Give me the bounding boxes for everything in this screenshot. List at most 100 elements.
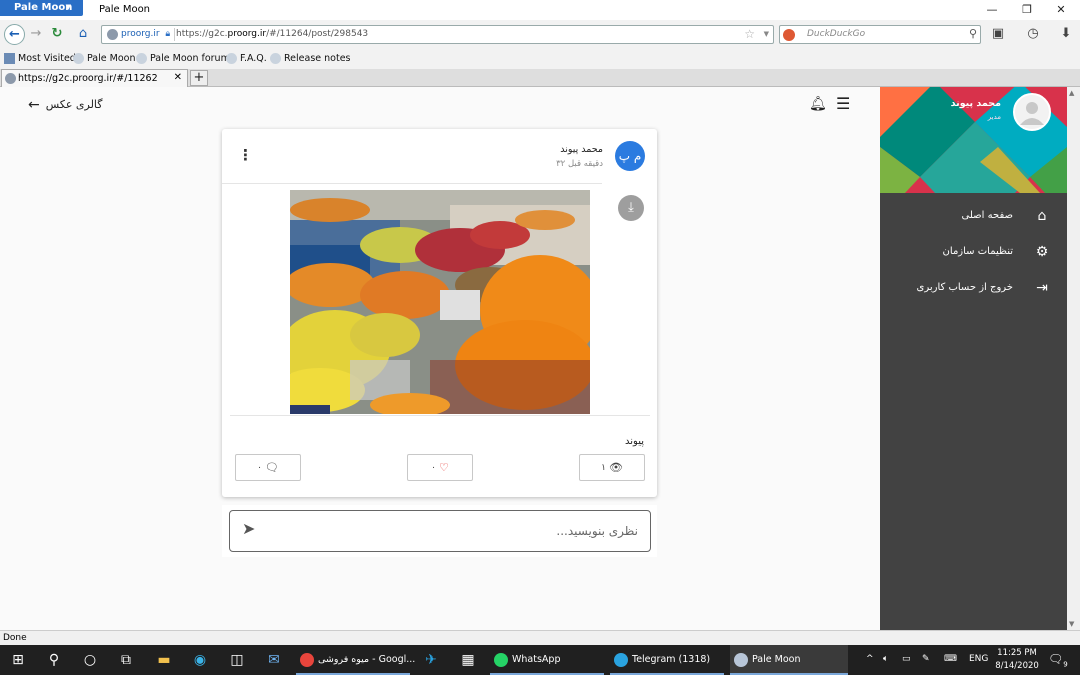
app-menu-button[interactable]: Pale Moon ▼	[0, 0, 83, 16]
windows-taskbar: ⊞ ⚲ ○ ⧉ ▬ ◉ ◫ ✉ میوه فروشی - Googl... ✈ …	[0, 645, 1080, 675]
clock-date: 8/14/2020	[995, 661, 1039, 671]
divider	[230, 415, 650, 416]
settings-icon: ⚙	[1035, 244, 1049, 260]
store-icon[interactable]: ◫	[227, 650, 247, 670]
sidebar-item-logout[interactable]: خروج از حساب کاربری ⇥	[917, 277, 1055, 299]
sidebar-item-home[interactable]: صفحه اصلی ⌂	[962, 205, 1055, 227]
reload-icon: ↻	[51, 26, 63, 41]
back-button[interactable]: ←	[4, 24, 25, 45]
comment-input[interactable]	[229, 510, 651, 552]
taskbar-app-label: Pale Moon	[752, 654, 801, 665]
history-button[interactable]: ◷	[1024, 25, 1042, 43]
bookmark-label: Release notes	[284, 53, 351, 64]
file-explorer-icon[interactable]: ▬	[154, 650, 174, 670]
comments-button[interactable]: ۰ 🗨︎	[235, 454, 301, 481]
volume-icon[interactable]: 🔈︎	[883, 654, 888, 664]
palemoon-icon	[734, 653, 748, 667]
arrow-left-icon: ←	[28, 97, 40, 113]
window-title: Pale Moon	[99, 4, 151, 15]
taskbar-app-telegram[interactable]: Telegram (1318)	[610, 645, 724, 675]
download-image-button[interactable]: ⤓	[618, 195, 644, 221]
sidebar-user-name: محمد پیوند	[950, 98, 1001, 109]
clock-icon: ◷	[1027, 26, 1039, 41]
close-tab-icon[interactable]: ✕	[174, 72, 182, 83]
network-icon[interactable]: ▭	[902, 654, 911, 664]
keyboard-icon[interactable]: ⌨	[944, 654, 957, 664]
scroll-up-icon[interactable]: ▲	[1069, 89, 1074, 97]
logout-icon: ⇥	[1036, 280, 1048, 296]
downloads-button[interactable]: ⬇	[1057, 25, 1075, 43]
sidebar-user-role: مدیر	[987, 113, 1001, 121]
tray-chevron-up-icon[interactable]: ^	[866, 654, 874, 664]
search-placeholder: DuckDuckGo	[807, 29, 866, 39]
bookmark-label: Pale Moon	[87, 53, 136, 64]
like-button[interactable]: ۰ ♡	[407, 454, 473, 481]
bookmark-pale-moon[interactable]: Pale Moon	[73, 53, 135, 64]
taskbar-app-whatsapp[interactable]: WhatsApp	[490, 645, 604, 675]
taskbar-clock[interactable]: 11:25 PM 8/14/2020	[994, 647, 1040, 673]
restore-button[interactable]: ❐	[1018, 3, 1036, 17]
sidebar-item-org-settings[interactable]: تنظیمات سازمان ⚙	[943, 241, 1055, 263]
gallery-back-link[interactable]: ← گالری عکس	[28, 97, 103, 113]
search-bar[interactable]: DuckDuckGo ⚲	[779, 25, 981, 44]
bookmark-release-notes[interactable]: Release notes	[270, 53, 351, 64]
notifications-icon[interactable]: 🗨︎9	[1048, 652, 1068, 668]
globe-icon	[107, 29, 118, 40]
bookmark-label: Most Visited	[18, 53, 76, 64]
reload-button[interactable]: ↻	[48, 25, 66, 43]
lock-icon: 🔒︎	[165, 29, 171, 39]
bookmark-most-visited[interactable]: Most Visited	[4, 53, 76, 64]
minimize-button[interactable]: —	[983, 3, 1001, 17]
author-avatar[interactable]: م پ	[615, 141, 645, 171]
eye-icon: 👁︎	[608, 461, 623, 474]
post-image[interactable]	[290, 190, 590, 414]
bookmark-pale-moon-forum[interactable]: Pale Moon forum	[136, 53, 230, 64]
user-avatar[interactable]	[1013, 93, 1051, 131]
taskbar-app-label: WhatsApp	[512, 654, 561, 665]
menu-hamburger-icon[interactable]: ☰	[836, 94, 850, 113]
edge-icon[interactable]: ◉	[190, 650, 210, 670]
duckduckgo-icon[interactable]	[783, 29, 795, 41]
url-dropdown-icon[interactable]: ▼	[764, 30, 769, 38]
search-icon[interactable]: ⚲	[44, 650, 64, 670]
notification-count: 9	[1063, 660, 1068, 669]
pen-icon[interactable]: ✎	[922, 654, 930, 664]
telegram-pinned-icon[interactable]: ✈	[421, 650, 441, 670]
new-tab-button[interactable]: +	[190, 70, 208, 86]
cortana-icon[interactable]: ○	[80, 650, 100, 670]
windows-start-icon[interactable]: ⊞	[8, 650, 28, 670]
home-button[interactable]: ⌂	[74, 25, 92, 43]
url-text[interactable]: https://g2c.proorg.ir/#/11264/post/29854…	[176, 29, 368, 39]
telegram-icon	[614, 653, 628, 667]
divider	[222, 183, 602, 184]
views-button[interactable]: ۱ 👁︎	[579, 454, 645, 481]
app-menu-label: Pale Moon	[14, 2, 73, 13]
search-icon[interactable]: ⚲	[969, 27, 977, 40]
page-scrollbar[interactable]: ▲ ▼	[1067, 87, 1080, 630]
download-icon: ⤓	[628, 200, 634, 215]
address-bar[interactable]: proorg.ir 🔒︎ https://g2c.proorg.ir/#/112…	[101, 25, 774, 44]
sidebar-item-label: خروج از حساب کاربری	[916, 282, 1013, 293]
back-label: گالری عکس	[45, 98, 103, 111]
mail-icon[interactable]: ✉	[264, 650, 284, 670]
taskbar-app-palemoon[interactable]: Pale Moon	[730, 645, 848, 675]
language-indicator[interactable]: ENG	[969, 654, 988, 664]
close-window-button[interactable]: ✕	[1052, 3, 1070, 17]
post-author[interactable]: محمد پیوند	[560, 144, 603, 155]
bookmark-label: Pale Moon forum	[150, 53, 230, 64]
video-editor-icon[interactable]: ▦	[458, 650, 478, 670]
scroll-down-icon[interactable]: ▼	[1069, 620, 1074, 628]
comment-composer: ➤	[222, 505, 657, 557]
bookmark-star-icon[interactable]: ☆	[744, 27, 755, 41]
forward-button[interactable]: →	[27, 25, 45, 43]
task-view-icon[interactable]: ⧉	[116, 650, 136, 670]
more-options-icon[interactable]: ⋮	[238, 148, 253, 163]
send-icon[interactable]: ➤	[242, 519, 255, 538]
notifications-bell-icon[interactable]: 🔔︎	[809, 96, 827, 112]
taskbar-app-chrome[interactable]: میوه فروشی - Googl...	[296, 645, 415, 675]
tab-current[interactable]: https://g2c.proorg.ir/#/11262 ✕	[1, 69, 188, 87]
sidebar-toggle-button[interactable]: ▣	[989, 25, 1007, 43]
bookmark-faq[interactable]: F.A.Q.	[226, 53, 267, 64]
window-titlebar: Pale Moon ▼ Pale Moon — ❐ ✕	[0, 0, 1080, 20]
site-identity-button[interactable]: proorg.ir 🔒︎	[105, 28, 176, 41]
